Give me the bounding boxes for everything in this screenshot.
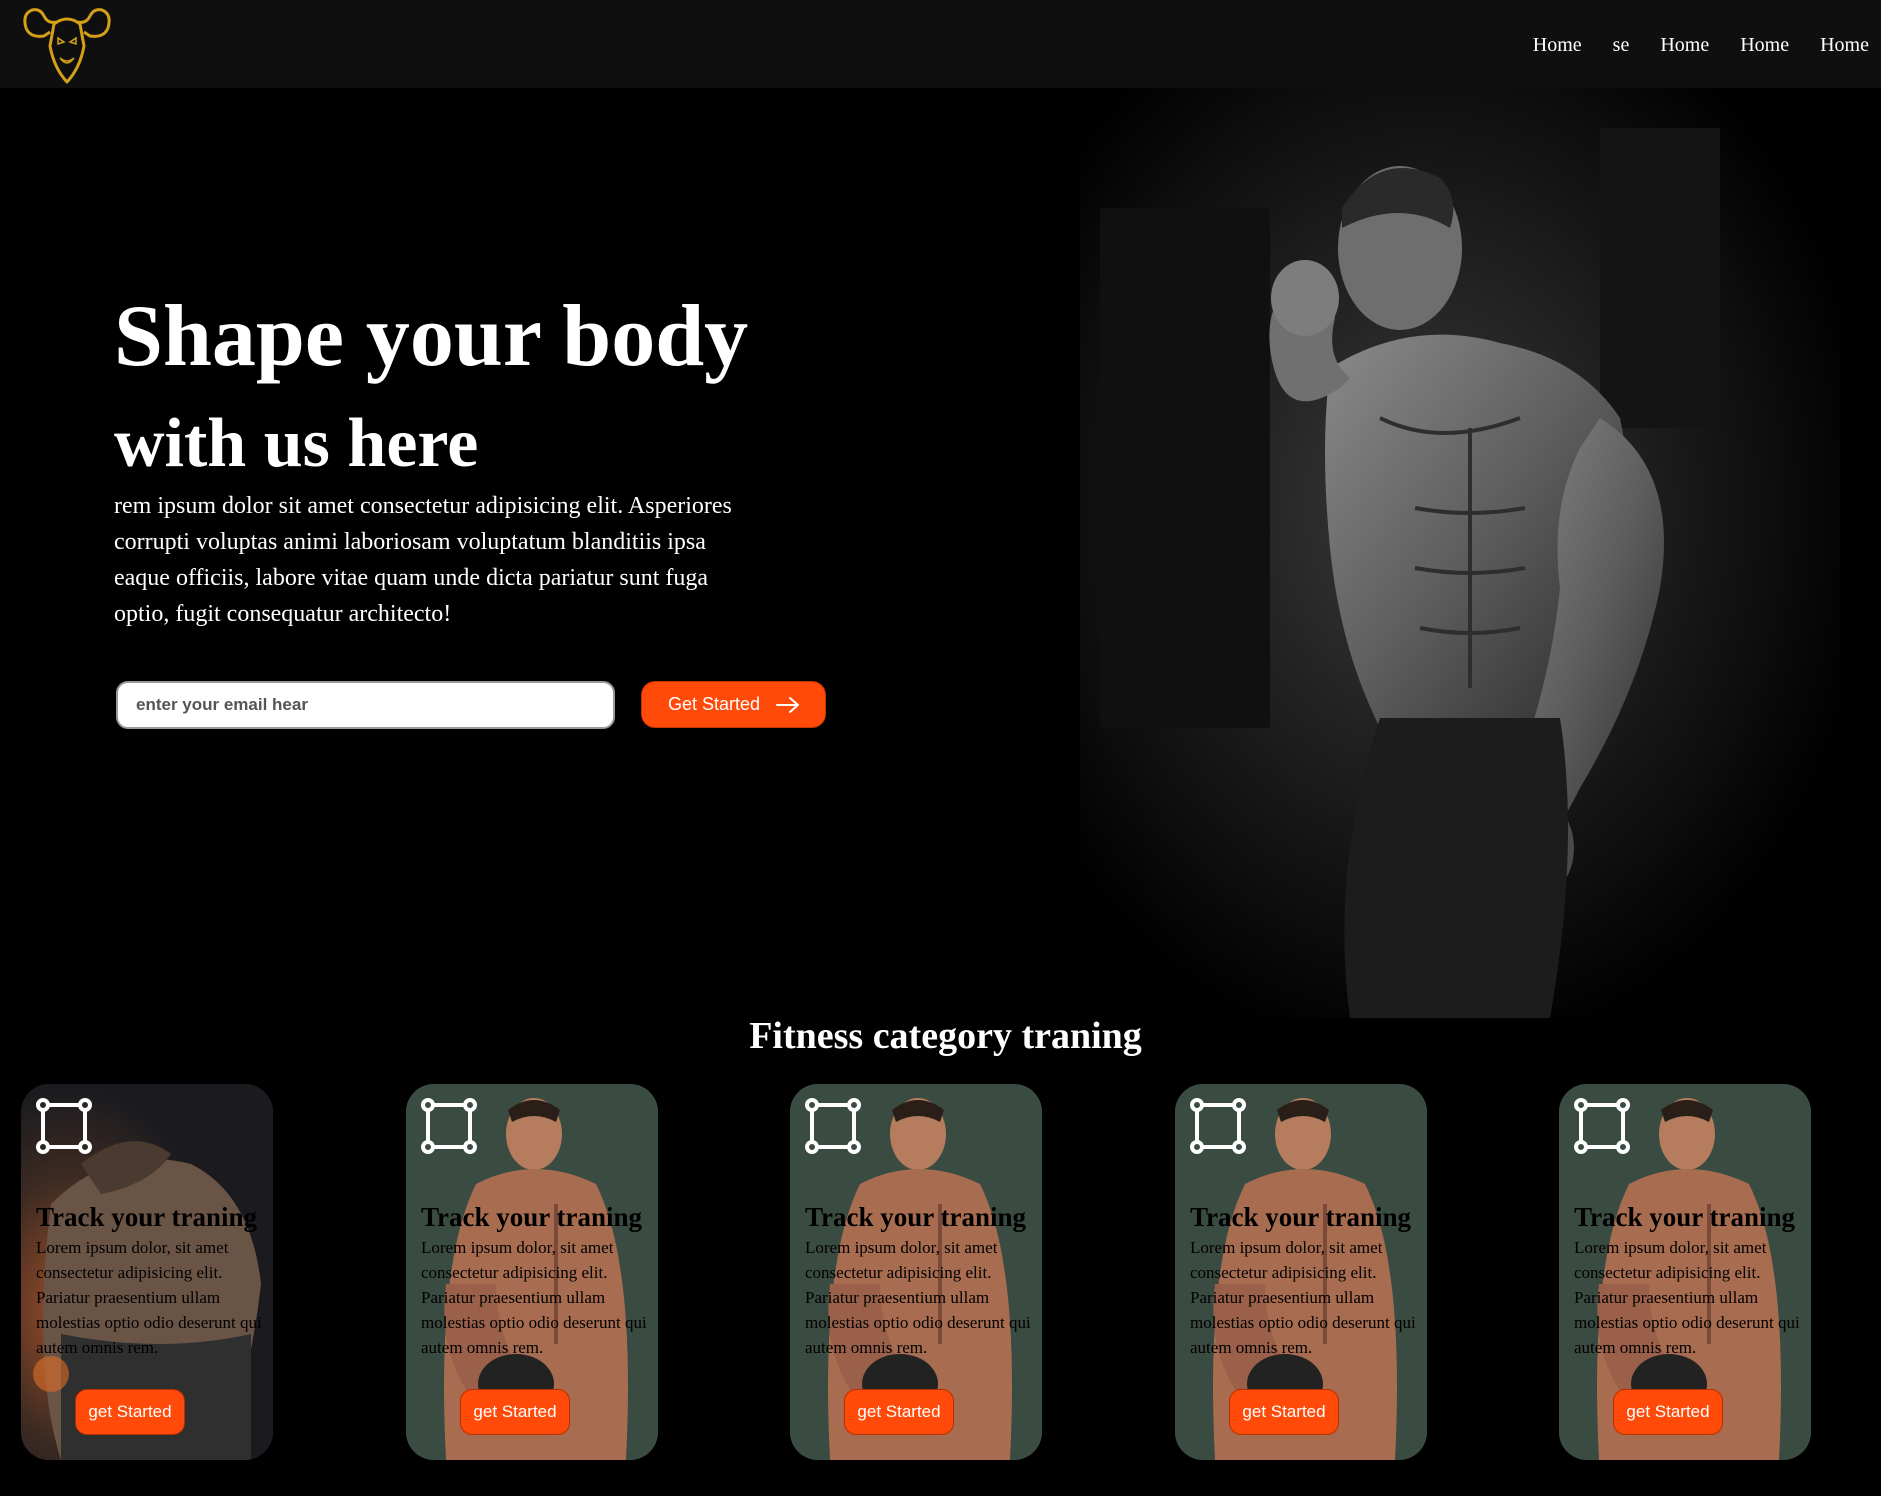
nav-item-home-4[interactable]: Home bbox=[1820, 30, 1869, 60]
nav-item-home-2[interactable]: Home bbox=[1660, 30, 1709, 60]
landing-page: Home se Home Home Home Shape your body w… bbox=[0, 0, 1881, 1496]
card-title: Track your traning bbox=[421, 1202, 643, 1232]
hero-description: rem ipsum dolor sit amet consectetur adi… bbox=[114, 493, 732, 627]
card-text: Lorem ipsum dolor, sit amet consectetur … bbox=[421, 1238, 647, 1357]
card-get-started-button[interactable]: get Started bbox=[460, 1389, 570, 1435]
hero-title: Shape your body with us here bbox=[114, 282, 748, 496]
hero-title-line-2: with us here bbox=[114, 405, 479, 482]
bounding-square-icon bbox=[36, 1098, 92, 1154]
hero-title-line-1: Shape your body bbox=[114, 288, 749, 385]
card-text: Lorem ipsum dolor, sit amet consectetur … bbox=[1574, 1238, 1800, 1357]
card-get-started-button[interactable]: get Started bbox=[1229, 1389, 1339, 1435]
bounding-square-icon bbox=[421, 1098, 477, 1154]
category-card: Track your traning Lorem ipsum dolor, si… bbox=[21, 1084, 273, 1460]
card-get-started-button[interactable]: get Started bbox=[75, 1389, 185, 1435]
header-bar: Home se Home Home Home bbox=[0, 0, 1881, 88]
get-started-label: Get Started bbox=[668, 694, 761, 714]
nav-item-home[interactable]: Home bbox=[1533, 30, 1582, 60]
card-get-started-button[interactable]: get Started bbox=[1613, 1389, 1723, 1435]
bounding-square-icon bbox=[1574, 1098, 1630, 1154]
bodybuilder-logo-icon[interactable] bbox=[18, 2, 116, 86]
card-get-started-button[interactable]: get Started bbox=[844, 1389, 954, 1435]
bounding-square-icon bbox=[1190, 1098, 1246, 1154]
card-text: Lorem ipsum dolor, sit amet consectetur … bbox=[805, 1238, 1031, 1357]
card-title: Track your traning bbox=[36, 1202, 258, 1232]
section-title: Fitness category traning bbox=[749, 1015, 1142, 1057]
category-card: Track your traning Lorem ipsum dolor, si… bbox=[1175, 1084, 1427, 1460]
card-text: Lorem ipsum dolor, sit amet consectetur … bbox=[1190, 1238, 1416, 1357]
bounding-square-icon bbox=[805, 1098, 861, 1154]
category-card: Track your traning Lorem ipsum dolor, si… bbox=[790, 1084, 1042, 1460]
card-text: Lorem ipsum dolor, sit amet consectetur … bbox=[36, 1238, 262, 1357]
email-input[interactable] bbox=[116, 681, 615, 729]
nav-item-home-3[interactable]: Home bbox=[1740, 30, 1789, 60]
card-title: Track your traning bbox=[1574, 1202, 1796, 1232]
get-started-button[interactable]: Get Started bbox=[641, 681, 826, 728]
hero-athlete-image bbox=[1080, 88, 1840, 1018]
card-title: Track your traning bbox=[1190, 1202, 1412, 1232]
nav-item-se[interactable]: se bbox=[1613, 30, 1630, 60]
category-card: Track your traning Lorem ipsum dolor, si… bbox=[1559, 1084, 1811, 1460]
category-card: Track your traning Lorem ipsum dolor, si… bbox=[406, 1084, 658, 1460]
card-title: Track your traning bbox=[805, 1202, 1027, 1232]
main-nav: Home se Home Home Home bbox=[1502, 30, 1869, 60]
arrow-right-icon bbox=[776, 697, 799, 713]
